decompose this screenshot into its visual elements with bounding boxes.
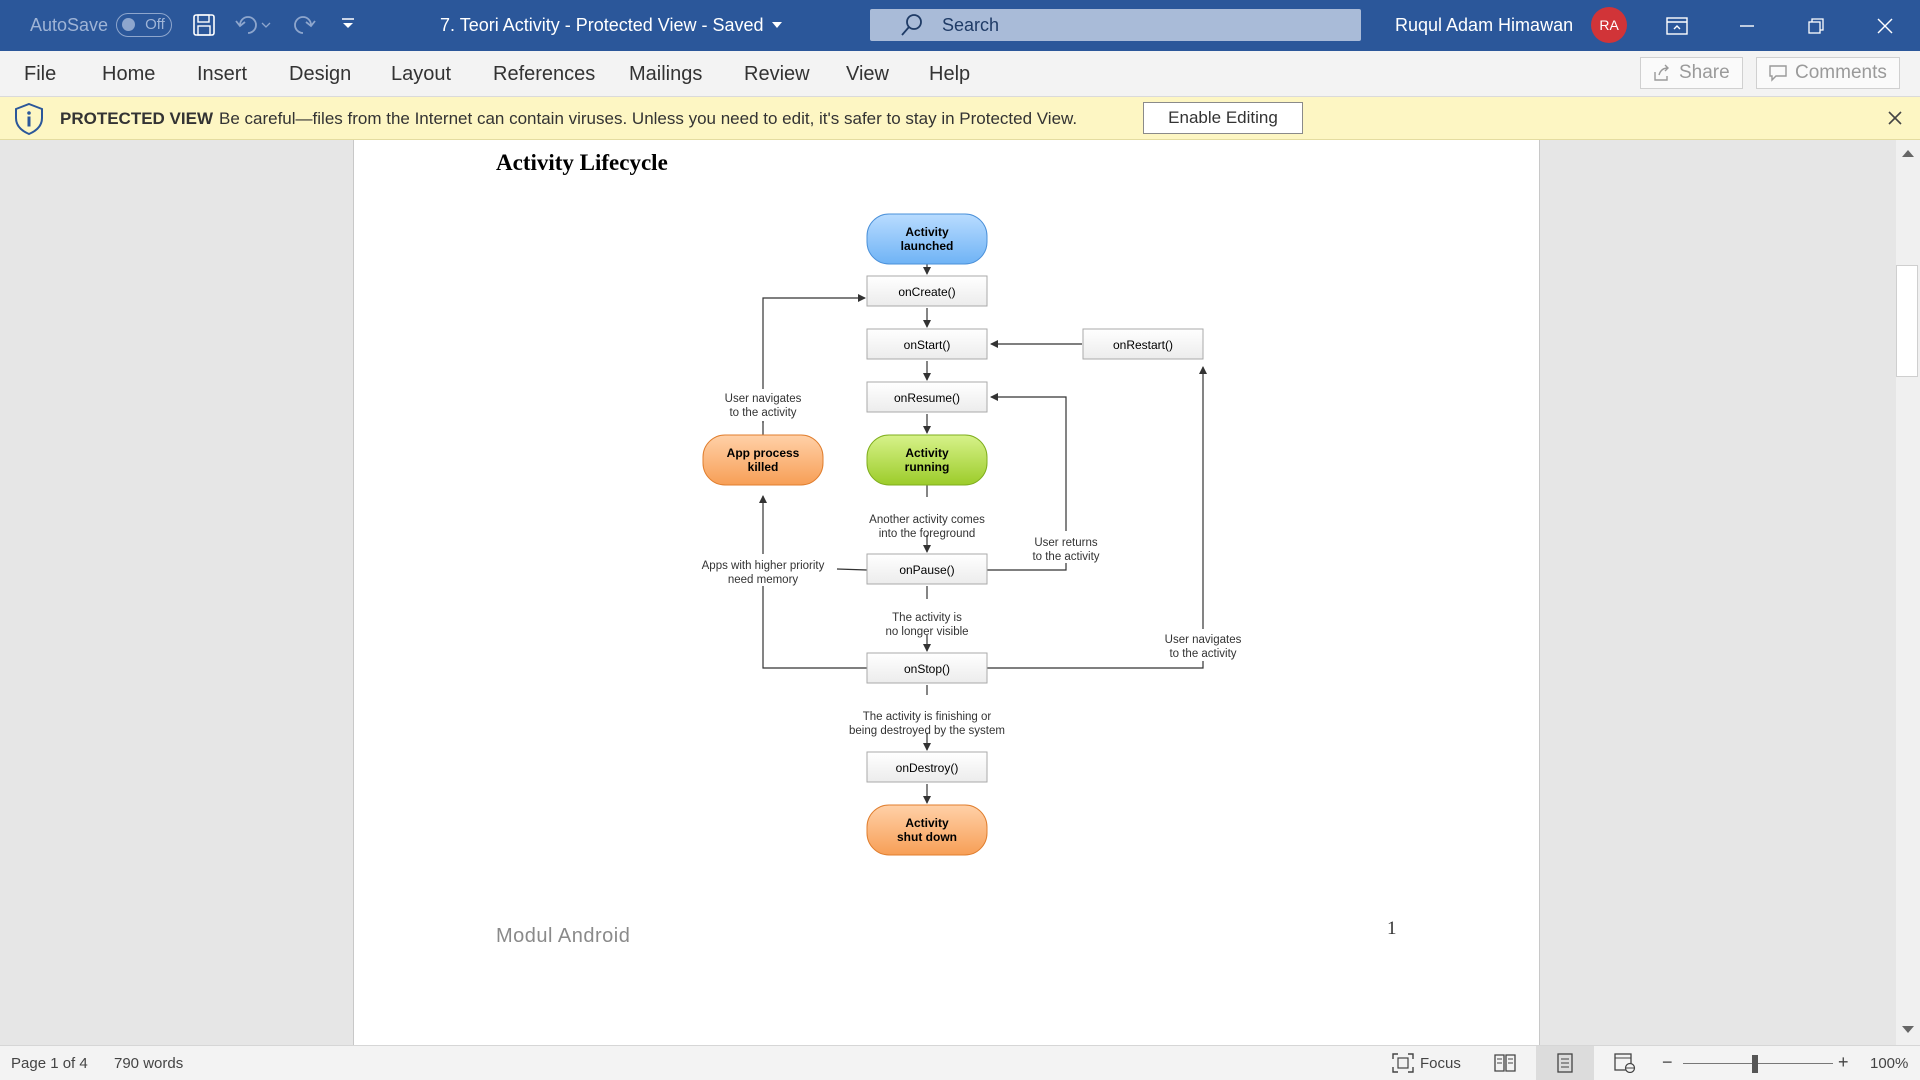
- tab-mailings[interactable]: Mailings: [629, 63, 702, 86]
- zoom-slider[interactable]: [1683, 1063, 1833, 1064]
- label-another-activity-1: Another activity comes: [869, 514, 985, 526]
- redo-icon[interactable]: [291, 13, 317, 37]
- comment-icon: [1769, 65, 1787, 82]
- comments-button[interactable]: Comments: [1756, 57, 1900, 89]
- label-finishing-2: being destroyed by the system: [849, 725, 1005, 737]
- node-launched-line2: launched: [901, 239, 954, 253]
- scroll-down-icon[interactable]: [1901, 1025, 1915, 1035]
- save-icon[interactable]: [192, 13, 216, 37]
- word-count[interactable]: 790 words: [114, 1055, 183, 1072]
- close-bar-icon[interactable]: [1888, 111, 1902, 125]
- zoom-slider-thumb[interactable]: [1752, 1055, 1758, 1073]
- node-onpause-label: onPause(): [899, 563, 954, 577]
- tab-file[interactable]: File: [24, 63, 56, 86]
- protected-view-message: Be careful—files from the Internet can c…: [219, 109, 1078, 128]
- tab-insert[interactable]: Insert: [197, 63, 247, 86]
- share-button[interactable]: Share: [1640, 57, 1743, 89]
- tab-design[interactable]: Design: [289, 63, 351, 86]
- label-higher-priority-2: need memory: [728, 574, 799, 586]
- label-another-activity-2: into the foreground: [879, 528, 976, 540]
- search-placeholder: Search: [942, 14, 1000, 35]
- web-layout-icon[interactable]: [1614, 1053, 1636, 1073]
- focus-icon: [1392, 1053, 1414, 1073]
- node-running-line1: Activity: [905, 446, 949, 460]
- scrollbar-thumb[interactable]: [1896, 265, 1918, 377]
- close-icon[interactable]: [1855, 0, 1915, 51]
- node-ondestroy-label: onDestroy(): [896, 761, 959, 775]
- node-oncreate-label: onCreate(): [898, 285, 955, 299]
- tab-layout[interactable]: Layout: [391, 63, 451, 86]
- label-user-returns-2: to the activity: [1032, 551, 1099, 563]
- read-mode-icon[interactable]: [1494, 1053, 1516, 1073]
- document-canvas[interactable]: Activity Lifecycle Activity launched onC…: [0, 140, 1896, 1045]
- node-shutdown-line1: Activity: [905, 816, 949, 830]
- ribbon-display-options-icon[interactable]: [1647, 0, 1707, 51]
- document-page[interactable]: Activity Lifecycle Activity launched onC…: [353, 140, 1540, 1045]
- autosave-label: AutoSave: [30, 14, 109, 35]
- tab-review[interactable]: Review: [744, 63, 810, 86]
- print-layout-icon[interactable]: [1555, 1053, 1575, 1073]
- focus-label: Focus: [1420, 1054, 1461, 1072]
- comments-label: Comments: [1795, 62, 1887, 83]
- zoom-in-icon[interactable]: +: [1838, 1052, 1849, 1073]
- label-finishing-1: The activity is finishing or: [863, 711, 992, 723]
- autosave-toggle[interactable]: AutoSave Off: [30, 12, 173, 38]
- label-user-navigates-right-2: to the activity: [1169, 648, 1236, 660]
- node-onrestart-label: onRestart(): [1113, 338, 1173, 352]
- label-user-navigates-left-1: User navigates: [725, 393, 802, 405]
- document-title[interactable]: 7. Teori Activity - Protected View - Sav…: [440, 12, 783, 38]
- tab-help[interactable]: Help: [929, 63, 970, 86]
- enable-editing-button[interactable]: Enable Editing: [1143, 102, 1303, 134]
- minimize-icon[interactable]: [1717, 0, 1777, 51]
- page-footer: Modul Android: [496, 925, 631, 947]
- label-no-longer-visible-1: The activity is: [892, 612, 962, 624]
- node-launched-line1: Activity: [905, 225, 949, 239]
- tab-view[interactable]: View: [846, 63, 889, 86]
- node-shutdown-line2: shut down: [897, 830, 957, 844]
- activity-lifecycle-diagram: Activity launched onCreate() onStart() o…: [698, 213, 1250, 856]
- label-user-navigates-left-2: to the activity: [729, 407, 796, 419]
- label-higher-priority-1: Apps with higher priority: [702, 560, 825, 572]
- title-bar: AutoSave Off 7. Teori Activity - Protect…: [0, 0, 1920, 51]
- document-title-text: 7. Teori Activity - Protected View - Sav…: [440, 14, 764, 35]
- node-running-line2: running: [905, 460, 950, 474]
- tab-home[interactable]: Home: [102, 63, 155, 86]
- autosave-switch[interactable]: Off: [116, 13, 173, 37]
- chevron-down-icon: [772, 22, 783, 28]
- focus-button[interactable]: Focus: [1392, 1053, 1461, 1073]
- protected-view-bar: PROTECTED VIEW Be careful—files from the…: [0, 97, 1920, 140]
- node-killed-line1: App process: [727, 446, 800, 460]
- protected-view-title: PROTECTED VIEW: [60, 109, 214, 128]
- search-input[interactable]: Search: [870, 9, 1361, 41]
- restore-icon[interactable]: [1786, 0, 1846, 51]
- node-killed-line2: killed: [748, 460, 779, 474]
- share-label: Share: [1679, 62, 1730, 83]
- user-name: Ruqul Adam Himawan: [1395, 14, 1574, 35]
- node-onresume-label: onResume(): [894, 391, 960, 405]
- label-no-longer-visible-2: no longer visible: [885, 626, 968, 638]
- ribbon-tabs: File Home Insert Design Layout Reference…: [0, 51, 1920, 97]
- scroll-up-icon[interactable]: [1901, 148, 1915, 158]
- avatar: RA: [1591, 7, 1628, 43]
- share-icon: [1654, 64, 1669, 81]
- label-user-navigates-right-1: User navigates: [1165, 634, 1242, 646]
- zoom-out-icon[interactable]: −: [1662, 1052, 1673, 1073]
- customize-toolbar-icon[interactable]: [340, 16, 356, 32]
- page-number: 1: [1387, 918, 1397, 939]
- page-count[interactable]: Page 1 of 4: [11, 1055, 88, 1072]
- account-menu[interactable]: Ruqul Adam Himawan RA: [1395, 7, 1628, 43]
- status-bar: Page 1 of 4 790 words Focus − + 100%: [0, 1045, 1920, 1080]
- search-icon: [901, 14, 922, 36]
- node-onstop-label: onStop(): [904, 662, 950, 676]
- shield-icon: [15, 103, 43, 135]
- node-onstart-label: onStart(): [904, 338, 951, 352]
- tab-references[interactable]: References: [493, 63, 595, 86]
- zoom-level[interactable]: 100%: [1870, 1055, 1908, 1072]
- label-user-returns-1: User returns: [1034, 537, 1098, 549]
- undo-icon[interactable]: [234, 13, 274, 37]
